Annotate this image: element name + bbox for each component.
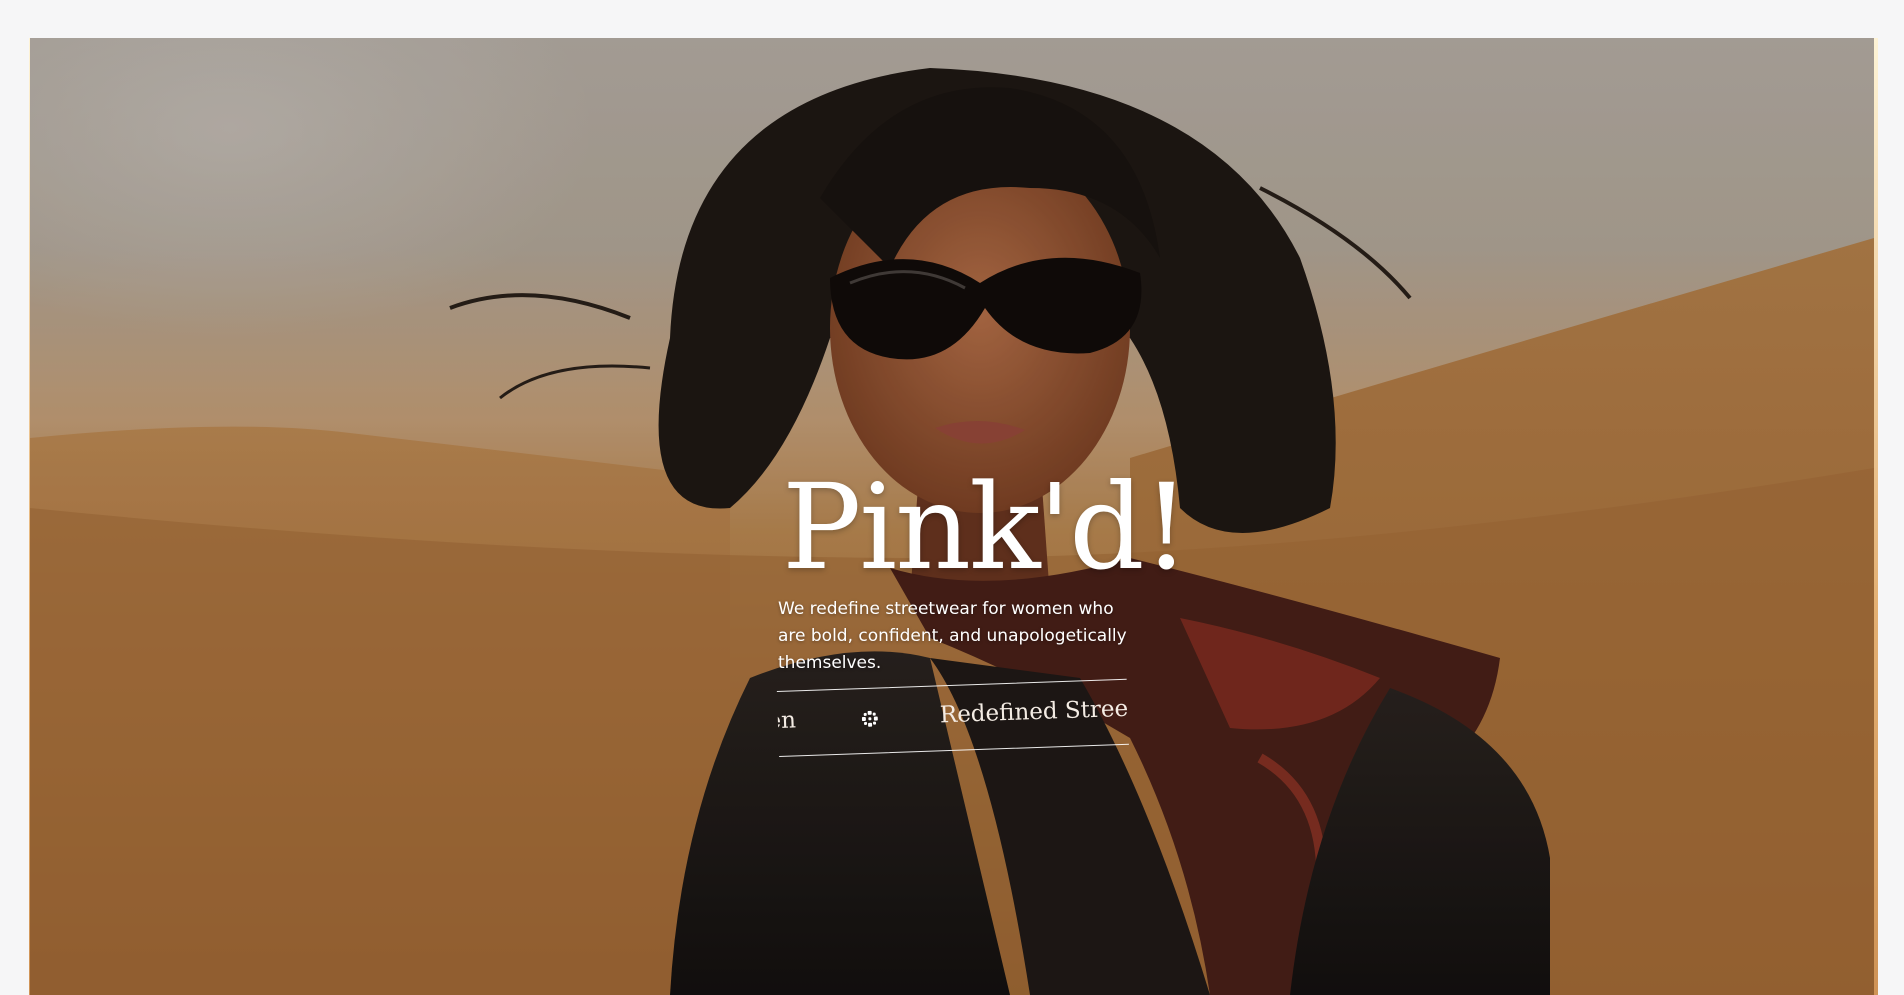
sparkle-icon xyxy=(861,710,878,727)
marquee-track: omen Redefined Stree xyxy=(777,696,1129,736)
hero-tagline: We redefine streetwear for women who are… xyxy=(778,599,1127,673)
brand-title: Pink'd! xyxy=(782,458,1190,596)
marquee-band: omen Redefined Stree xyxy=(776,678,1129,757)
marquee-item: omen xyxy=(776,707,797,736)
marquee-item: Redefined Stree xyxy=(939,695,1129,729)
hero-content: Pink'd! We redefine streetwear for women… xyxy=(776,468,1190,757)
